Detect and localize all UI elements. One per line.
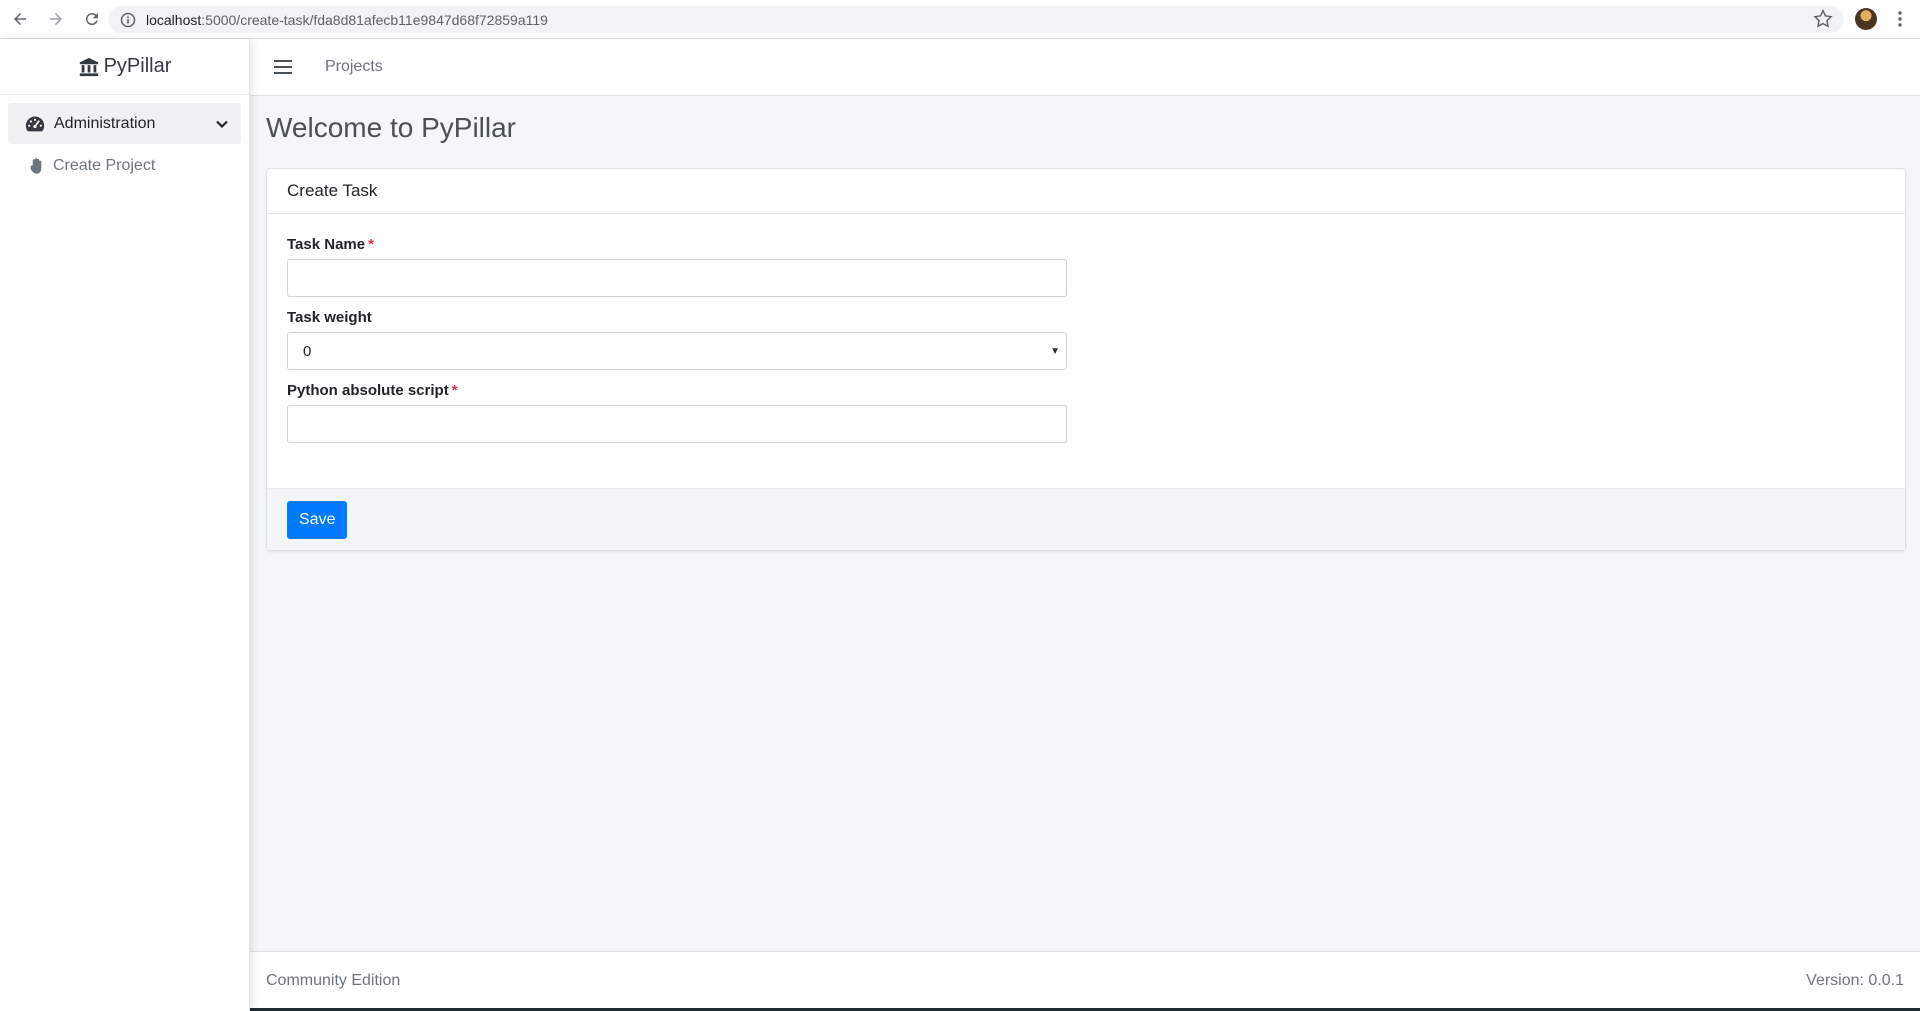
address-bar[interactable]: localhost:5000/create-task/fda8d81afecb1… [108,6,1844,33]
reload-icon [85,13,98,26]
task-name-group: Task Name * [287,236,1885,297]
bookmark-star-icon[interactable] [1812,8,1834,30]
card-title: Create Task [267,169,1905,214]
arrow-left-icon [14,13,26,25]
nav-link-projects[interactable]: Projects [325,58,383,76]
sidebar-item-administration[interactable]: Administration [8,103,241,144]
create-task-card: Create Task Task Name * Task weight 0 ▼ P… [266,168,1906,551]
hamburger-menu-icon[interactable] [271,55,295,79]
page-title: Welcome to PyPillar [266,112,517,143]
hand-icon [30,158,42,174]
page-footer: Community Edition Version: 0.0.1 [250,951,1920,1009]
save-button[interactable]: Save [287,500,348,539]
forward-button[interactable] [40,3,72,35]
back-button[interactable] [4,3,36,35]
main-content: Welcome to PyPillar Create Task Task Nam… [250,96,1920,951]
edition-text: Community Edition [266,971,401,989]
task-weight-label: Task weight [287,309,372,326]
python-script-label-text: Python absolute script [287,382,449,399]
chevron-down-icon [216,120,228,128]
required-asterisk: * [368,236,374,253]
sidebar-item-label: Create Project [53,157,156,174]
top-navbar: Projects [250,39,1920,96]
reload-button[interactable] [76,3,108,35]
card-footer: Save [267,488,1905,550]
url-host: localhost [146,11,202,28]
url-path: :5000/create-task/fda8d81afecb11e9847d68… [201,11,548,28]
python-script-label: Python absolute script * [287,382,1885,399]
sidebar-item-create-project[interactable]: Create Project [8,148,241,184]
task-name-label: Task Name * [287,236,1885,253]
bank-icon [79,57,98,76]
brand-name: PyPillar [103,55,172,77]
info-icon [120,12,136,27]
brand-link[interactable]: PyPillar [0,39,249,95]
task-weight-group: Task weight 0 ▼ [287,309,1885,370]
version-text: Version: 0.0.1 [1806,971,1904,989]
browser-menu-icon[interactable] [1890,9,1910,29]
sidebar: PyPillar Administration Create Project [0,39,250,1011]
task-weight-select[interactable]: 0 ▼ [287,332,1067,370]
card-body: Task Name * Task weight 0 ▼ Python absolu… [267,214,1905,488]
caret-down-icon: ▼ [1050,346,1060,357]
tachometer-icon [25,116,45,131]
task-name-input[interactable] [287,259,1067,297]
profile-avatar-icon[interactable] [1855,8,1877,30]
python-script-input[interactable] [287,405,1067,443]
browser-toolbar: localhost:5000/create-task/fda8d81afecb1… [0,0,1920,39]
task-name-label-text: Task Name [287,236,366,253]
python-script-group: Python absolute script * [287,382,1885,443]
required-asterisk: * [451,382,458,399]
arrow-right-icon [50,13,62,25]
sidebar-item-label: Administration [54,114,156,132]
task-weight-value: 0 [303,342,312,360]
